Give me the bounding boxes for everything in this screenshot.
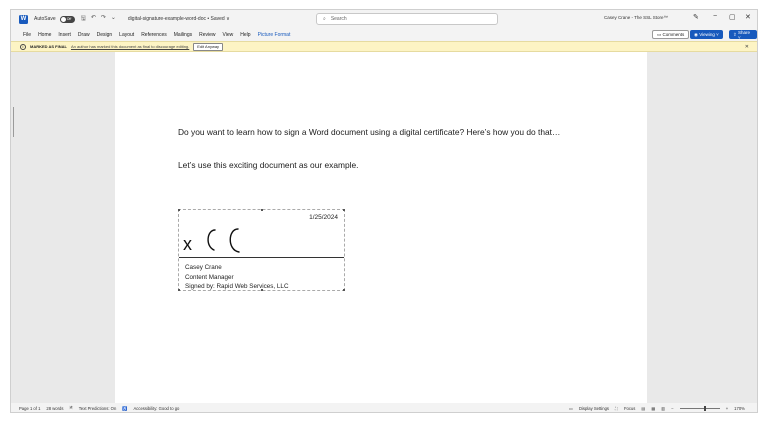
- document-page[interactable]: Do you want to learn how to sign a Word …: [115, 52, 647, 403]
- signature-rule: [179, 257, 344, 258]
- focus-icon: ⛶: [615, 406, 618, 411]
- tab-insert[interactable]: Insert: [58, 32, 71, 38]
- zoom-slider[interactable]: [679, 406, 720, 411]
- message-bar-title: MARKED AS FINAL: [30, 44, 67, 49]
- zoom-level[interactable]: 170%: [734, 406, 745, 411]
- signer-title: Content Manager: [185, 273, 234, 281]
- resize-handle[interactable]: [343, 209, 345, 211]
- tab-review[interactable]: Review: [199, 32, 215, 38]
- web-layout-icon[interactable]: ▥: [661, 406, 665, 411]
- print-layout-icon[interactable]: ▦: [651, 406, 655, 411]
- save-icon[interactable]: 🖫: [81, 14, 86, 24]
- search-placeholder: Search: [330, 16, 347, 22]
- close-message-icon[interactable]: ✕: [745, 44, 749, 50]
- resize-handle[interactable]: [178, 289, 180, 291]
- tab-layout[interactable]: Layout: [119, 32, 134, 38]
- focus-button[interactable]: Focus: [624, 406, 635, 411]
- undo-icon[interactable]: ↶: [91, 14, 96, 24]
- info-icon: i: [20, 43, 26, 50]
- display-settings-button[interactable]: Display Settings: [579, 406, 609, 411]
- tab-picture-format[interactable]: Picture Format: [258, 32, 291, 38]
- page-count[interactable]: Page 1 of 1: [19, 406, 40, 411]
- resize-handle[interactable]: [261, 209, 263, 211]
- paragraph-example[interactable]: Let’s use this exciting document as our …: [178, 159, 588, 171]
- display-settings-icon: ▭: [569, 406, 573, 411]
- tab-home[interactable]: Home: [38, 32, 51, 38]
- autosave-state: Off: [66, 17, 72, 21]
- text-predictions[interactable]: Text Predictions: On: [79, 406, 116, 411]
- paragraph-intro[interactable]: Do you want to learn how to sign a Word …: [178, 126, 588, 138]
- viewing-label: Viewing ˅: [699, 32, 719, 37]
- zoom-in-icon[interactable]: +: [726, 406, 728, 411]
- toggle-knob: [60, 16, 66, 22]
- signer-name: Casey Crane: [185, 264, 222, 271]
- document-workspace[interactable]: Do you want to learn how to sign a Word …: [11, 52, 757, 403]
- signed-by: Signed by: Rapid Web Services, LLC: [185, 283, 289, 290]
- pen-icon[interactable]: ✎: [693, 13, 699, 21]
- comments-label: Comments: [662, 32, 685, 37]
- word-window: W AutoSave Off 🖫 ↶ ↷ ⌄ digital-signature…: [10, 9, 758, 413]
- redo-icon[interactable]: ↷: [101, 14, 106, 24]
- proofing-icon[interactable]: 🗎: [69, 405, 72, 412]
- share-button[interactable]: ⇪ Share ˅: [729, 29, 757, 40]
- tab-references[interactable]: References: [141, 32, 167, 38]
- handwritten-signature: [207, 228, 240, 253]
- vertical-ruler-marker: [13, 107, 14, 137]
- user-name[interactable]: Casey Crane - The SSL Store™: [604, 15, 668, 20]
- status-bar: Page 1 of 1 28 words 🗎 Text Predictions:…: [11, 403, 757, 412]
- resize-handle[interactable]: [178, 209, 180, 211]
- search-box[interactable]: ⌕ Search: [316, 13, 498, 25]
- tab-view[interactable]: View: [223, 32, 234, 38]
- tab-help[interactable]: Help: [240, 32, 250, 38]
- edit-anyway-button[interactable]: Edit Anyway: [193, 42, 224, 51]
- tab-mailings[interactable]: Mailings: [174, 32, 192, 38]
- minimize-icon[interactable]: −: [713, 13, 717, 20]
- zoom-out-icon[interactable]: −: [671, 406, 673, 411]
- autosave-label: AutoSave: [34, 16, 56, 22]
- message-bar-text[interactable]: An author has marked this document as fi…: [71, 44, 189, 49]
- signature-line[interactable]: 1/25/2024 x Casey Crane Content Manager …: [178, 209, 345, 291]
- viewing-button[interactable]: ◉ Viewing ˅: [690, 30, 723, 39]
- accessibility-icon: ♿: [122, 405, 128, 411]
- zoom-slider-thumb[interactable]: [703, 406, 706, 411]
- ribbon-tabs: File Home Insert Draw Design Layout Refe…: [11, 28, 757, 41]
- autosave-toggle[interactable]: Off: [59, 15, 75, 23]
- tab-draw[interactable]: Draw: [78, 32, 90, 38]
- close-icon[interactable]: ✕: [745, 13, 751, 21]
- document-title[interactable]: digital-signature-example-word-doc • Sav…: [128, 16, 230, 22]
- signature-x-mark: x: [183, 234, 192, 254]
- restore-icon[interactable]: ▢: [729, 13, 736, 21]
- comments-button[interactable]: ▭ Comments: [652, 30, 690, 39]
- share-label: Share ˅: [738, 29, 751, 40]
- read-mode-icon[interactable]: ▤: [641, 406, 645, 411]
- title-bar: W AutoSave Off 🖫 ↶ ↷ ⌄ digital-signature…: [11, 10, 757, 28]
- tab-design[interactable]: Design: [97, 32, 113, 38]
- word-logo-icon: W: [19, 14, 28, 24]
- tab-file[interactable]: File: [23, 32, 31, 38]
- more-commands-icon[interactable]: ⌄: [111, 14, 116, 24]
- signature-date: 1/25/2024: [309, 214, 338, 221]
- message-bar: i MARKED AS FINAL An author has marked t…: [11, 41, 757, 52]
- resize-handle[interactable]: [343, 289, 345, 291]
- quick-access-toolbar: 🖫 ↶ ↷ ⌄: [81, 14, 116, 24]
- accessibility-status[interactable]: Accessibility: Good to go: [134, 406, 180, 411]
- search-icon: ⌕: [323, 16, 326, 22]
- word-count[interactable]: 28 words: [46, 406, 63, 411]
